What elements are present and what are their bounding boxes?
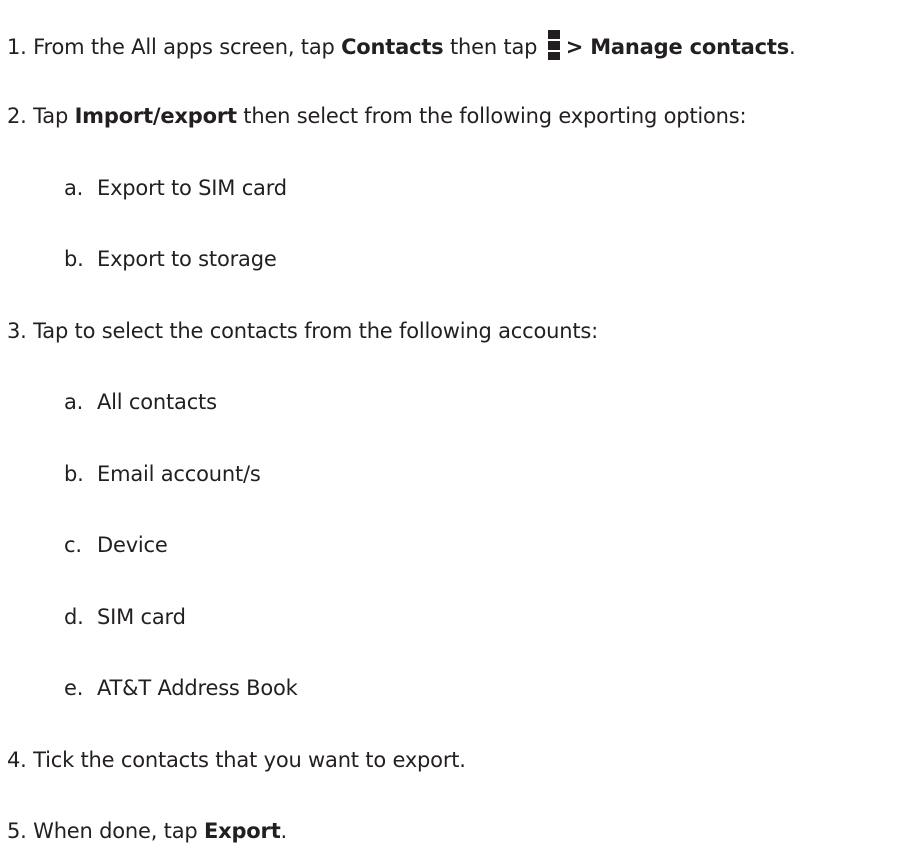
option-item: a. All contacts — [64, 388, 217, 416]
option-letter: e. — [64, 676, 84, 700]
step-number: 2. — [7, 104, 27, 128]
option-label: Device — [97, 533, 168, 557]
option-label: SIM card — [97, 605, 186, 629]
step-number: 5. — [7, 819, 27, 843]
ui-term-manage-contacts: > Manage contacts — [565, 35, 790, 59]
step-number: 4. — [7, 748, 27, 772]
option-item: c. Device — [64, 531, 168, 559]
step-3: 3. Tap to select the contacts from the f… — [7, 317, 598, 345]
step-text: From the All apps screen, tap — [33, 35, 342, 59]
step-text: then select from the following exporting… — [236, 104, 747, 128]
option-letter: b. — [64, 247, 84, 271]
ui-term-export: Export — [203, 819, 281, 843]
option-label: AT&T Address Book — [97, 676, 298, 700]
step-text: Tap — [33, 104, 75, 128]
step-text: then tap — [443, 35, 544, 59]
step-5: 5. When done, tap Export. — [7, 817, 287, 845]
option-letter: d. — [64, 605, 84, 629]
step-2: 2. Tap Import/export then select from th… — [7, 102, 747, 130]
ui-term-import-export: Import/export — [74, 104, 237, 128]
step-number: 1. — [7, 35, 27, 59]
step-text: . — [280, 819, 288, 843]
ui-term-contacts: Contacts — [341, 35, 444, 59]
option-item: e. AT&T Address Book — [64, 674, 298, 702]
option-label: All contacts — [97, 390, 217, 414]
option-item: b. Email account/s — [64, 460, 261, 488]
option-item: a. Export to SIM card — [64, 174, 287, 202]
overflow-menu-icon — [547, 30, 560, 60]
option-label: Export to storage — [97, 247, 277, 271]
step-text: . — [789, 35, 796, 59]
step-text: When done, tap — [33, 819, 204, 843]
step-number: 3. — [7, 319, 27, 343]
option-label: Export to SIM card — [97, 176, 287, 200]
option-letter: c. — [64, 533, 82, 557]
step-1: 1. From the All apps screen, tap Contact… — [7, 30, 796, 61]
option-letter: b. — [64, 462, 84, 486]
option-letter: a. — [64, 390, 84, 414]
option-letter: a. — [64, 176, 84, 200]
option-item: d. SIM card — [64, 603, 186, 631]
option-item: b. Export to storage — [64, 245, 277, 273]
step-text: Tick the contacts that you want to expor… — [33, 748, 466, 772]
option-label: Email account/s — [97, 462, 261, 486]
step-text: Tap to select the contacts from the foll… — [33, 319, 598, 343]
step-4: 4. Tick the contacts that you want to ex… — [7, 746, 466, 774]
